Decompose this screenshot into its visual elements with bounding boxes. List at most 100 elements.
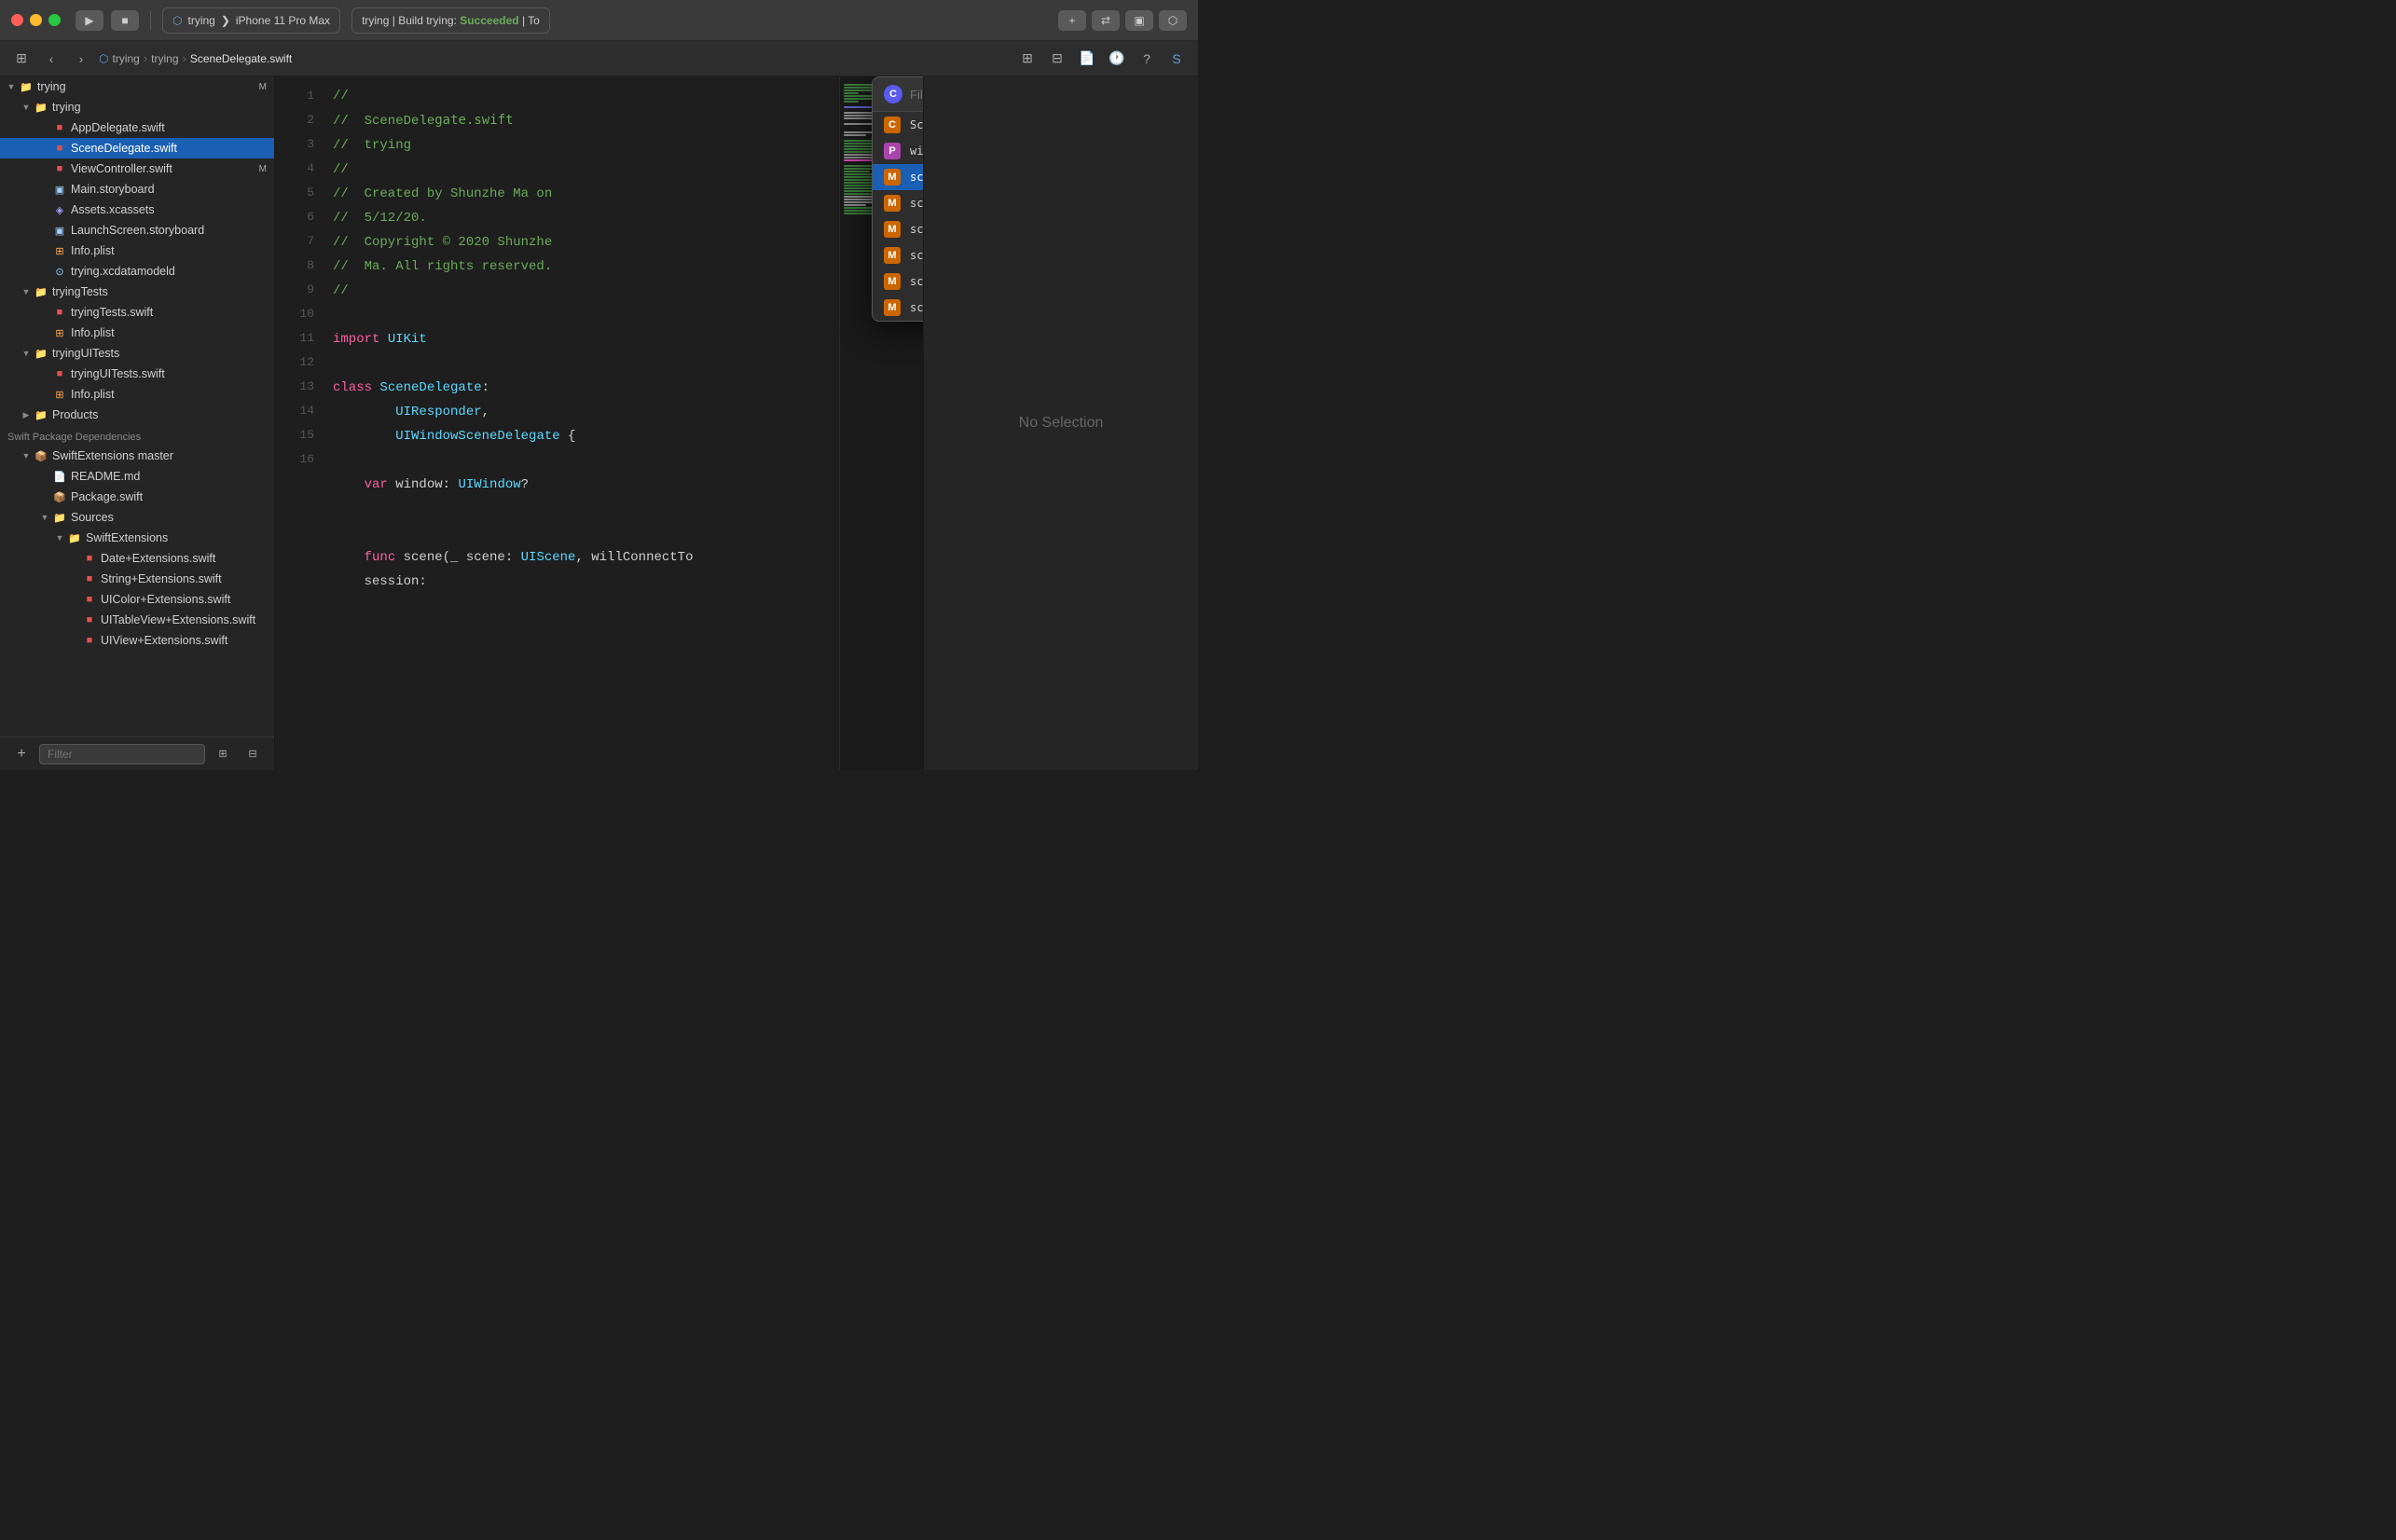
titlebar-right-controls: + ⇄ ▣ ⬡ (1058, 10, 1187, 31)
autocomplete-filter-input[interactable] (910, 88, 923, 102)
sidebar-item-swiftextensions[interactable]: ▼ 📦 SwiftExtensions master (0, 446, 274, 466)
breadcrumb-part3[interactable]: SceneDelegate.swift (190, 52, 292, 65)
grid-view-button[interactable]: ⊞ (1015, 47, 1040, 71)
sort-button[interactable]: ⊞ (211, 742, 235, 766)
autocomplete-window-item[interactable]: P window (873, 138, 923, 164)
storyboard-icon: ▣ (52, 223, 67, 238)
history-button[interactable]: 🕐 (1105, 47, 1129, 71)
code-editor[interactable]: 1 2 3 4 5 6 7 8 9 10 11 12 13 14 15 16 (275, 76, 923, 770)
layout-toggle-button[interactable]: ▣ (1125, 10, 1153, 31)
folder-icon: 📁 (34, 284, 48, 299)
sidebar-item-readme[interactable]: 📄 README.md (0, 466, 274, 487)
autocomplete-scenewillenterforeground-item[interactable]: M sceneWillEnterForeground(_:) (873, 268, 923, 295)
breadcrumb-sep1: › (144, 51, 147, 65)
add-file-button[interactable]: + (9, 742, 34, 766)
inspector-toggle-button[interactable]: ⬡ (1159, 10, 1187, 31)
sidebar-item-tryingtests[interactable]: ▼ 📁 tryingTests (0, 282, 274, 302)
sidebar-item-assets[interactable]: ◈ Assets.xcassets (0, 199, 274, 220)
sidebar-item-string-ext[interactable]: ■ String+Extensions.swift (0, 569, 274, 589)
spacer (67, 571, 82, 586)
toggle-icon: ▶ (19, 407, 34, 422)
line-numbers: 1 2 3 4 5 6 7 8 9 10 11 12 13 14 15 16 (275, 76, 322, 770)
file-label: AppDelegate.swift (71, 121, 267, 134)
breadcrumb-part2[interactable]: trying (151, 52, 178, 65)
fullscreen-button[interactable] (48, 14, 61, 26)
sidebar-item-tryinguitests-swift[interactable]: ■ tryingUITests.swift (0, 364, 274, 384)
run-button[interactable]: ▶ (76, 10, 103, 31)
spacer (67, 551, 82, 566)
autocomplete-scenedidbecomeactive-item[interactable]: M sceneDidBecomeActive(_:) (873, 216, 923, 242)
toggle-icon: ▼ (52, 530, 67, 545)
datamodel-icon: ⊙ (52, 264, 67, 279)
folder-label: tryingUITests (52, 347, 267, 360)
autocomplete-dropdown[interactable]: C C SceneDelegate P window M scene (872, 76, 923, 322)
spacer (37, 469, 52, 484)
doc-new-button[interactable]: 📄 (1075, 47, 1099, 71)
autocomplete-header: C (873, 77, 923, 112)
sidebar-item-trying-folder[interactable]: ▼ 📁 trying (0, 97, 274, 117)
sidebar-item-package[interactable]: 📦 Package.swift (0, 487, 274, 507)
spacer (37, 366, 52, 381)
sidebar-item-scenedelegate[interactable]: ■ SceneDelegate.swift (0, 138, 274, 158)
forward-button[interactable]: › (69, 47, 93, 71)
sidebar-item-infoplist3[interactable]: ⊞ Info.plist (0, 384, 274, 405)
sidebar-toggle[interactable]: ⊞ (9, 47, 34, 71)
sidebar-item-datamodel[interactable]: ⊙ trying.xcdatamodeld (0, 261, 274, 282)
build-status: trying | Build trying: Succeeded | To (351, 7, 550, 34)
autocomplete-scenedidenterbackground-item[interactable]: M sceneDidEnterBackground(_:) (873, 295, 923, 321)
breadcrumb-part1[interactable]: trying (112, 52, 139, 65)
sidebar-item-uicolor-ext[interactable]: ■ UIColor+Extensions.swift (0, 589, 274, 610)
breadcrumb-nav-button[interactable]: ⇄ (1092, 10, 1120, 31)
autocomplete-scenediddisconnect-item[interactable]: M sceneDidDisconnect(_:) (873, 190, 923, 216)
sidebar-item-sources[interactable]: ▼ 📁 Sources (0, 507, 274, 528)
editor-area: 1 2 3 4 5 6 7 8 9 10 11 12 13 14 15 16 (275, 76, 923, 770)
sidebar-filter-input[interactable] (39, 744, 205, 764)
sidebar-item-uitableview-ext[interactable]: ■ UITableView+Extensions.swift (0, 610, 274, 630)
help-button[interactable]: ? (1135, 47, 1159, 71)
file-label: String+Extensions.swift (101, 572, 267, 585)
sidebar-item-date-ext[interactable]: ■ Date+Extensions.swift (0, 548, 274, 569)
autocomplete-scenewillresignactive-item[interactable]: M sceneWillResignActive(_:) (873, 242, 923, 268)
sidebar-item-appdelegate[interactable]: ■ AppDelegate.swift (0, 117, 274, 138)
project-breadcrumb[interactable]: ⬡ trying ❯ iPhone 11 Pro Max (162, 7, 340, 34)
add-tab-button[interactable]: + (1058, 10, 1086, 31)
minimize-button[interactable] (30, 14, 42, 26)
sidebar-item-tryingtests-swift[interactable]: ■ tryingTests.swift (0, 302, 274, 323)
swift-button[interactable]: S (1164, 47, 1189, 71)
autocomplete-item-label: window (910, 144, 923, 158)
file-label: Info.plist (71, 244, 267, 257)
autocomplete-scenedelegate-item[interactable]: C SceneDelegate (873, 112, 923, 138)
sidebar-item-viewcontroller[interactable]: ■ ViewController.swift M (0, 158, 274, 179)
sidebar-item-root[interactable]: ▼ 📁 trying M (0, 76, 274, 97)
swift-file-icon: ■ (82, 571, 97, 586)
spacer (37, 387, 52, 402)
sidebar-item-main-storyboard[interactable]: ▣ Main.storyboard (0, 179, 274, 199)
sidebar-item-products[interactable]: ▶ 📁 Products (0, 405, 274, 425)
sidebar-item-uiview-ext[interactable]: ■ UIView+Extensions.swift (0, 630, 274, 651)
hierarchy-button[interactable]: ⊟ (241, 742, 265, 766)
spacer (37, 264, 52, 279)
swift-file-icon: ■ (52, 141, 67, 156)
plist-icon: ⊞ (52, 387, 67, 402)
sidebar-item-launchscreen[interactable]: ▣ LaunchScreen.storyboard (0, 220, 274, 241)
autocomplete-badge: M (884, 299, 901, 316)
autocomplete-scene-willconnect-item[interactable]: M scene(_:willConnectTo:options:) (873, 164, 923, 190)
stop-button[interactable]: ■ (111, 10, 139, 31)
markdown-icon: 📄 (52, 469, 67, 484)
sidebar-item-tryinguitests[interactable]: ▼ 📁 tryingUITests (0, 343, 274, 364)
autocomplete-badge: P (884, 143, 901, 159)
autocomplete-item-label: SceneDelegate (910, 118, 923, 131)
folder-icon: 📁 (34, 100, 48, 115)
close-button[interactable] (11, 14, 23, 26)
code-content[interactable]: // // SceneDelegate.swift // trying // /… (322, 76, 839, 770)
sidebar-item-infoplist2[interactable]: ⊞ Info.plist (0, 323, 274, 343)
right-panel: No Selection (923, 76, 1198, 770)
inspector-right-button[interactable]: ⊟ (1045, 47, 1069, 71)
back-button[interactable]: ‹ (39, 47, 63, 71)
file-label: README.md (71, 470, 267, 483)
section-label: Swift Package Dependencies (7, 432, 141, 443)
file-label: ViewController.swift (71, 162, 255, 175)
sidebar-item-swiftextensions-sub[interactable]: ▼ 📁 SwiftExtensions (0, 528, 274, 548)
sidebar-item-info-plist[interactable]: ⊞ Info.plist (0, 241, 274, 261)
swift-file-icon: ■ (52, 161, 67, 176)
